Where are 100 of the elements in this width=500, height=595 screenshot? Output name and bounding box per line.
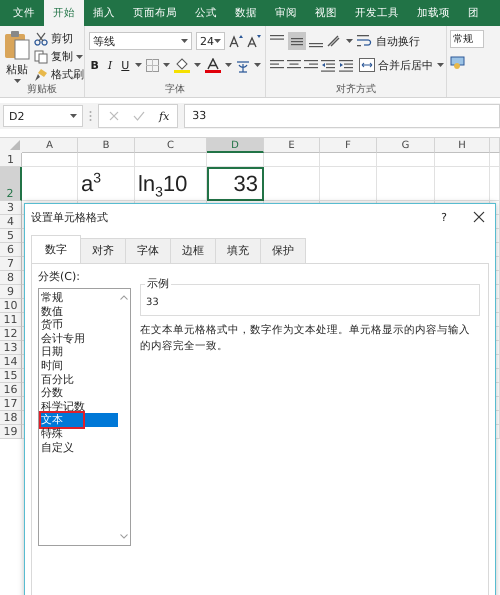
- caret-icon[interactable]: [346, 39, 353, 43]
- paint-bucket-icon[interactable]: [174, 58, 190, 72]
- font-name-field[interactable]: 等线: [89, 32, 192, 50]
- dialog-tab[interactable]: 字体: [125, 238, 171, 263]
- merge-cells-icon[interactable]: [359, 58, 375, 72]
- decrease-indent-icon[interactable]: [321, 58, 337, 72]
- row-header[interactable]: 17: [0, 397, 22, 411]
- empty-cell[interactable]: [264, 153, 320, 167]
- row-header[interactable]: 15: [0, 369, 22, 383]
- empty-cell[interactable]: [320, 167, 377, 201]
- category-item[interactable]: 会计专用: [39, 332, 118, 346]
- category-item[interactable]: 科学记数: [39, 400, 118, 414]
- copy-button[interactable]: 复制: [34, 48, 84, 65]
- empty-cell[interactable]: [207, 153, 264, 167]
- merge-center-button[interactable]: 合并后居中: [357, 56, 435, 74]
- row-header[interactable]: 2: [0, 167, 22, 201]
- caret-icon[interactable]: [76, 54, 83, 58]
- row-header[interactable]: 3: [0, 201, 22, 215]
- column-header[interactable]: D: [207, 138, 264, 153]
- caret-icon[interactable]: [181, 39, 188, 43]
- name-box[interactable]: D2: [3, 105, 83, 127]
- number-format-field[interactable]: 常规: [450, 30, 484, 48]
- empty-cell[interactable]: [490, 153, 500, 167]
- middle-align-icon[interactable]: [288, 32, 306, 50]
- caret-icon[interactable]: [214, 39, 221, 43]
- ribbon-tab[interactable]: 公式: [186, 0, 226, 26]
- row-header[interactable]: 4: [0, 215, 22, 229]
- paste-button[interactable]: 粘贴: [4, 30, 30, 83]
- column-header[interactable]: E: [264, 138, 320, 153]
- caret-icon[interactable]: [14, 79, 20, 83]
- category-item[interactable]: 分数: [39, 386, 118, 400]
- scroll-down-icon[interactable]: [120, 534, 128, 539]
- row-header[interactable]: 9: [0, 285, 22, 299]
- dialog-tab[interactable]: 数字: [31, 235, 81, 263]
- dialog-tab[interactable]: 边框: [170, 238, 216, 263]
- brush-icon[interactable]: [34, 68, 48, 82]
- empty-cell[interactable]: [78, 153, 135, 167]
- wrap-text-icon[interactable]: [357, 34, 373, 48]
- format-painter-button[interactable]: 格式刷: [34, 66, 84, 83]
- empty-cell[interactable]: [377, 153, 435, 167]
- category-item[interactable]: 日期: [39, 345, 118, 359]
- clipboard-icon[interactable]: [4, 30, 30, 60]
- italic-button[interactable]: I: [104, 58, 116, 72]
- font-color-icon[interactable]: [204, 58, 221, 72]
- ribbon-tab[interactable]: 页面布局: [124, 0, 186, 26]
- empty-cell[interactable]: [377, 167, 435, 201]
- category-item[interactable]: 时间: [39, 358, 118, 373]
- category-item[interactable]: 常规: [39, 291, 118, 305]
- category-item[interactable]: 百分比: [39, 372, 118, 386]
- row-header[interactable]: 10: [0, 299, 22, 313]
- empty-cell[interactable]: [264, 167, 320, 201]
- caret-icon[interactable]: [224, 63, 232, 67]
- ribbon-tab[interactable]: 视图: [306, 0, 346, 26]
- ribbon-tab[interactable]: 插入: [84, 0, 124, 26]
- ribbon-tab[interactable]: 审阅: [266, 0, 306, 26]
- increase-indent-icon[interactable]: [339, 58, 355, 72]
- row-header[interactable]: 6: [0, 243, 22, 257]
- column-header[interactable]: F: [320, 138, 377, 153]
- column-header[interactable]: H: [435, 138, 490, 153]
- scroll-up-icon[interactable]: [120, 295, 128, 300]
- row-header[interactable]: 13: [0, 341, 22, 355]
- bold-button[interactable]: B: [89, 58, 100, 72]
- decrease-font-icon[interactable]: [247, 34, 261, 48]
- font-size-field[interactable]: 24: [196, 32, 225, 50]
- row-header[interactable]: 8: [0, 271, 22, 285]
- cut-button[interactable]: 剪切: [34, 30, 84, 47]
- row-header[interactable]: 5: [0, 229, 22, 243]
- empty-cell[interactable]: [320, 153, 377, 167]
- copy-icon[interactable]: [34, 50, 48, 64]
- caret-icon[interactable]: [194, 63, 201, 67]
- dialog-tab[interactable]: 保护: [260, 238, 306, 263]
- caret-icon[interactable]: [162, 63, 170, 67]
- category-item[interactable]: 货币: [39, 318, 118, 332]
- ribbon-tab[interactable]: 开发工具: [346, 0, 408, 26]
- table-cell[interactable]: a$^{3}$: [78, 167, 135, 201]
- caret-icon[interactable]: [134, 63, 142, 67]
- help-button[interactable]: ?: [441, 210, 447, 224]
- underline-button[interactable]: U: [120, 58, 131, 72]
- formula-input[interactable]: 33: [184, 104, 500, 128]
- row-header[interactable]: 16: [0, 383, 22, 397]
- ribbon-tab[interactable]: 数据: [226, 0, 266, 26]
- currency-icon[interactable]: [450, 54, 466, 69]
- row-header[interactable]: 12: [0, 327, 22, 341]
- table-cell[interactable]: 33: [207, 167, 264, 201]
- insert-function-button[interactable]: fx: [159, 110, 170, 122]
- caret-icon[interactable]: [70, 114, 77, 118]
- ribbon-tab[interactable]: 团: [459, 0, 488, 26]
- scissors-icon[interactable]: [34, 32, 48, 46]
- row-header[interactable]: 14: [0, 355, 22, 369]
- empty-cell[interactable]: [435, 153, 490, 167]
- row-header[interactable]: 1: [0, 153, 22, 167]
- row-header[interactable]: 11: [0, 313, 22, 327]
- ribbon-tab[interactable]: 文件: [4, 0, 44, 26]
- category-item[interactable]: 数值: [39, 304, 118, 318]
- row-header[interactable]: 18: [0, 411, 22, 425]
- row-header[interactable]: 19: [0, 425, 22, 439]
- empty-cell[interactable]: [435, 167, 490, 201]
- check-icon[interactable]: [133, 111, 145, 121]
- dialog-tab[interactable]: 填充: [215, 238, 261, 263]
- table-cell[interactable]: ln$_{3}$10: [135, 167, 207, 201]
